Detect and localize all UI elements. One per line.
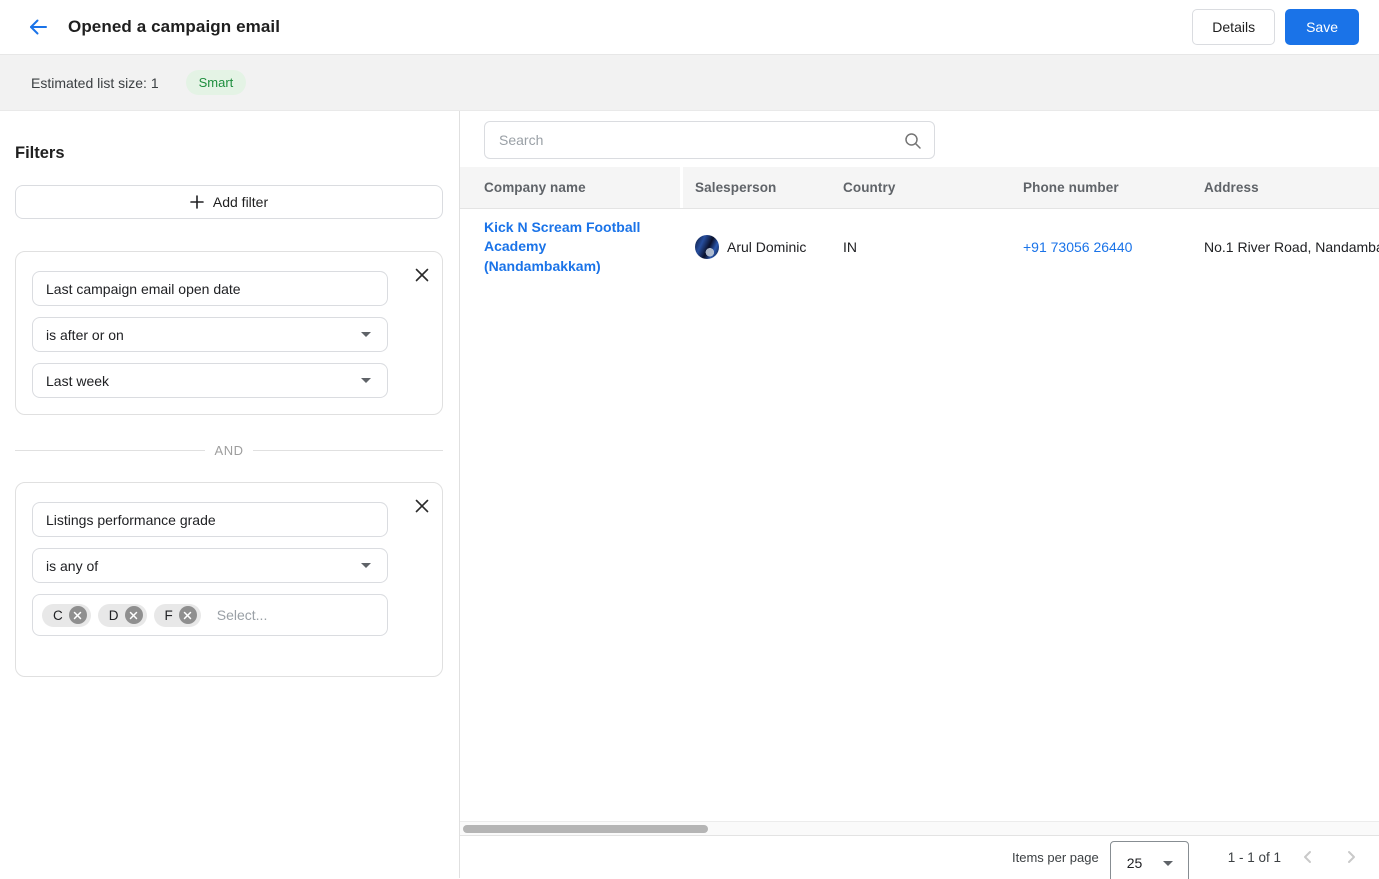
filter-1-value: Last week (46, 373, 361, 389)
column-header-company[interactable]: Company name (460, 167, 680, 208)
main-content: Filters Add filter (0, 111, 1379, 878)
page-size-select[interactable]: 25 (1110, 841, 1189, 879)
value-chip: C (42, 604, 91, 627)
column-header-salesperson[interactable]: Salesperson (683, 167, 831, 208)
filters-title: Filters (15, 144, 443, 163)
table-row[interactable]: Kick N Scream Football Academy (Nandamba… (460, 209, 1379, 285)
filter-1-field-input[interactable] (32, 271, 388, 306)
filter-2-operator-dropdown[interactable]: is any of (32, 548, 388, 583)
chevron-down-icon (361, 563, 371, 568)
plus-icon (190, 195, 204, 209)
top-header: Opened a campaign email Details Save (0, 0, 1379, 55)
filter-1-operator-dropdown[interactable]: is after or on (32, 317, 388, 352)
filter-card-1: is after or on Last week (15, 251, 443, 415)
search-box (484, 121, 935, 159)
search-icon[interactable] (903, 131, 923, 151)
page-range-label: 1 - 1 of 1 (1228, 850, 1281, 865)
chevron-left-icon (1301, 850, 1315, 864)
and-divider: AND (15, 443, 443, 458)
smart-badge: Smart (186, 70, 247, 95)
close-icon (414, 498, 430, 514)
horizontal-scrollbar[interactable] (460, 821, 1379, 836)
filter-2-operator-value: is any of (46, 558, 361, 574)
chip-label: F (165, 608, 173, 623)
phone-cell: +91 73056 26440 (1011, 239, 1192, 255)
page-size-value: 25 (1127, 855, 1163, 871)
chevron-down-icon (1163, 861, 1173, 866)
add-filter-label: Add filter (213, 194, 268, 210)
back-button[interactable] (22, 11, 54, 43)
filter-card-2: is any of C D (15, 482, 443, 677)
chevron-down-icon (361, 378, 371, 383)
value-chip: D (98, 604, 147, 627)
details-button[interactable]: Details (1192, 9, 1275, 45)
chip-remove-x-icon (129, 611, 138, 620)
salesperson-avatar (695, 235, 719, 259)
chip-remove-x-icon (183, 611, 192, 620)
company-cell: Kick N Scream Football Academy (Nandamba… (460, 218, 680, 277)
chip-remove-button[interactable] (125, 606, 143, 624)
app-window: Opened a campaign email Details Save Est… (0, 0, 1379, 879)
results-panel: Company name Salesperson Country Phone n… (460, 111, 1379, 878)
close-icon (414, 267, 430, 283)
chevron-right-icon (1344, 850, 1358, 864)
chip-remove-button[interactable] (179, 606, 197, 624)
chip-label: C (53, 608, 63, 623)
chip-remove-button[interactable] (69, 606, 87, 624)
filter-2-values-field[interactable]: C D (32, 594, 388, 636)
filters-panel: Filters Add filter (0, 111, 460, 878)
estimate-bar: Estimated list size: 1 Smart (0, 55, 1379, 111)
arrow-left-icon (26, 15, 50, 39)
conjunction-label: AND (205, 443, 254, 458)
country-cell: IN (831, 239, 1011, 255)
remove-filter-2-button[interactable] (411, 495, 433, 517)
chevron-down-icon (361, 332, 371, 337)
column-header-address[interactable]: Address (1192, 167, 1379, 208)
estimated-list-size: Estimated list size: 1 (31, 75, 159, 91)
table-header-row: Company name Salesperson Country Phone n… (460, 167, 1379, 209)
value-chip: F (154, 604, 201, 627)
remove-filter-1-button[interactable] (411, 264, 433, 286)
salesperson-cell: Arul Dominic (683, 235, 831, 259)
page-title: Opened a campaign email (68, 17, 280, 37)
search-input[interactable] (485, 122, 934, 158)
chip-remove-x-icon (73, 611, 82, 620)
salesperson-name: Arul Dominic (727, 239, 806, 255)
chips-select-placeholder: Select... (217, 607, 268, 623)
filter-2-field-input[interactable] (32, 502, 388, 537)
items-per-page-label: Items per page (1012, 850, 1099, 865)
address-cell: No.1 River Road, Nandambak (1192, 239, 1379, 255)
divider-line (253, 450, 443, 451)
add-filter-button[interactable]: Add filter (15, 185, 443, 219)
search-row (460, 111, 1379, 167)
chip-label: D (109, 608, 119, 623)
column-header-country[interactable]: Country (831, 167, 1011, 208)
previous-page-button[interactable] (1294, 843, 1322, 871)
filter-1-value-dropdown[interactable]: Last week (32, 363, 388, 398)
next-page-button[interactable] (1337, 843, 1365, 871)
divider-line (15, 450, 205, 451)
phone-link[interactable]: +91 73056 26440 (1023, 239, 1132, 255)
save-button[interactable]: Save (1285, 9, 1359, 45)
column-header-phone[interactable]: Phone number (1011, 167, 1192, 208)
filter-1-operator-value: is after or on (46, 327, 361, 343)
company-link[interactable]: Kick N Scream Football Academy (Nandamba… (484, 218, 652, 277)
scrollbar-thumb[interactable] (463, 825, 708, 833)
pagination-bar: Items per page 25 1 - 1 of 1 (460, 836, 1379, 878)
